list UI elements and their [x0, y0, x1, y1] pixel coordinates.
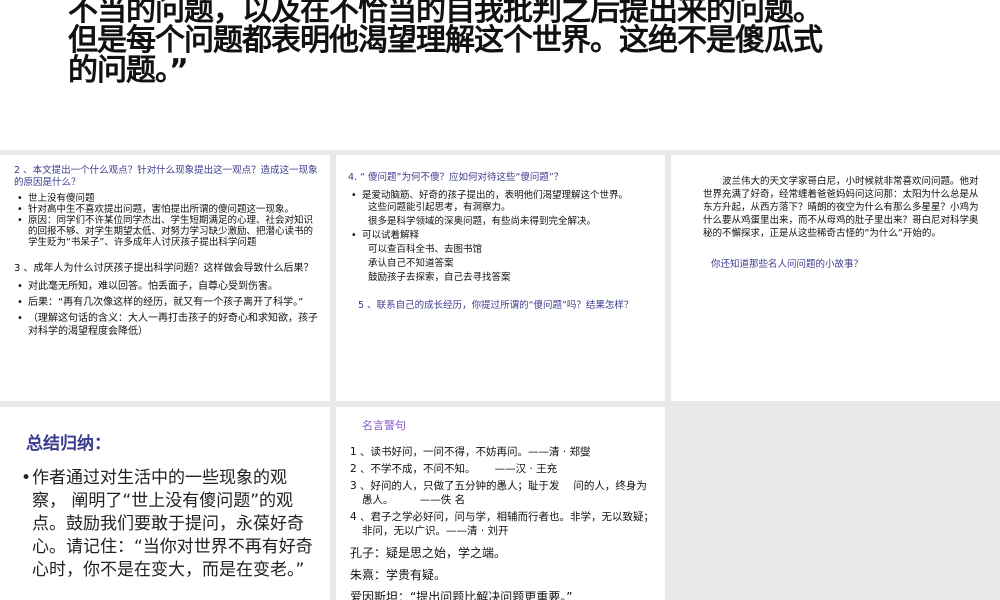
slide-thumbnail-current[interactable]: 不当的问题，以及在不恰当的自我批判之后提出来的问题。 但是每个问题都表明他渴望理…: [0, 0, 1000, 150]
bullet: （理解这句话的含义：大人一再打击孩子的好奇心和求知欲，孩子对科学的渴望程度会降低…: [14, 312, 320, 338]
saying: 朱熹：学贵有疑。: [350, 568, 447, 582]
question-2: 2 、本文提出一个什么观点？针对什么现象提出这一观点？造成这一现象的原因是什么？: [14, 165, 318, 188]
bullet: 世上没有傻问题: [14, 193, 320, 204]
quotes-title: 名言警句: [362, 419, 406, 432]
slide-thumbnail-3[interactable]: 4. “ 傻问题”为何不傻？应如何对待这些“傻问题”？ 是爱动脑筋、好奇的孩子提…: [336, 155, 665, 401]
slide-body-text: 不当的问题，以及在不恰当的自我批判之后提出来的问题。 但是每个问题都表明他渴望理…: [68, 0, 948, 86]
sub-item: 鼓励孩子去探索，自己去寻找答案: [368, 272, 511, 283]
question-4: 4. “ 傻问题”为何不傻？应如何对待这些“傻问题”？: [348, 172, 564, 183]
sub-item: 很多是科学领域的深奥问题，有些尚未得到完全解决。: [368, 216, 597, 227]
slide-thumbnail-2[interactable]: 2 、本文提出一个什么观点？针对什么现象提出这一观点？造成这一现象的原因是什么？…: [0, 155, 330, 401]
summary-bullet: 作者通过对生活中的一些现象的观察， 阐明了“世上没有傻问题”的观点。鼓励我们要敢…: [18, 467, 318, 582]
sub-item: 承认自己不知道答案: [368, 258, 454, 269]
question-3: 3 、成年人为什么讨厌孩子提出科学问题？这样做会导致什么后果？: [14, 263, 314, 274]
story-question: 你还知道那些名人问问题的小故事？: [711, 259, 864, 270]
quote: 3 、好问的人，只做了五分钟的愚人；耻于发 问的人，终身为愚人。 ——佚 名: [350, 480, 647, 506]
quote: 4 、君子之学必好问，问与学，相辅而行者也。非学，无以致疑；非问，无以广识。——…: [350, 511, 655, 537]
quote: 1 、读书好问，一问不得，不妨再问。——清 · 郑燮: [350, 446, 591, 458]
summary-title: 总结归纳：: [26, 434, 111, 454]
slide-thumbnail-6[interactable]: 名言警句 1 、读书好问，一问不得，不妨再问。——清 · 郑燮 2 、不学不成，…: [336, 407, 665, 600]
slide-thumbnail-4[interactable]: 波兰伟大的天文学家哥白尼，小时候就非常喜欢问问题。他对世界充满了好奇，经常缠着爸…: [671, 155, 1000, 401]
bullet: 后果：“再有几次像这样的经历，就又有一个孩子离开了科学。”: [14, 296, 320, 309]
saying: 孔子：疑是思之始，学之端。: [350, 546, 507, 560]
bullet: 针对高中生不喜欢提出问题，害怕提出所谓的傻问题这一现象。: [14, 204, 320, 215]
bullet: 可以试着解释: [348, 229, 655, 243]
bullet: 是爱动脑筋、好奇的孩子提出的，表明他们渴望理解这个世界。: [348, 190, 655, 201]
bullet: 原因：同学们不许某位同学杰出、学生短期满足的心理、社会对知识的回报不够、对学生期…: [14, 215, 320, 248]
text-line: 的问题。”: [68, 53, 189, 88]
slide-thumbnail-5[interactable]: 总结归纳： 作者通过对生活中的一些现象的观察， 阐明了“世上没有傻问题”的观点。…: [0, 407, 330, 600]
sub-item: 可以查百科全书、去图书馆: [368, 244, 483, 255]
question-5: 5 、联系自己的成长经历，你提过所谓的“傻问题”吗？结果怎样？: [358, 300, 634, 311]
saying: 爱因斯坦：“提出问题比解决问题更重要。”: [350, 590, 573, 600]
text-line: 但是每个问题都表明他渴望理解这个世界。这绝不是傻瓜式: [68, 23, 823, 58]
quote: 2 、不学不成，不问不知。 ——汉 · 王充: [350, 463, 558, 475]
bullet: 对此毫无所知，难以回答。怕丢面子，自尊心受到伤害。: [14, 280, 320, 293]
sub-item: 这些问题能引起思考，有洞察力。: [368, 202, 511, 213]
story-text: 波兰伟大的天文学家哥白尼，小时候就非常喜欢问问题。他对世界充满了好奇，经常缠着爸…: [703, 176, 979, 239]
